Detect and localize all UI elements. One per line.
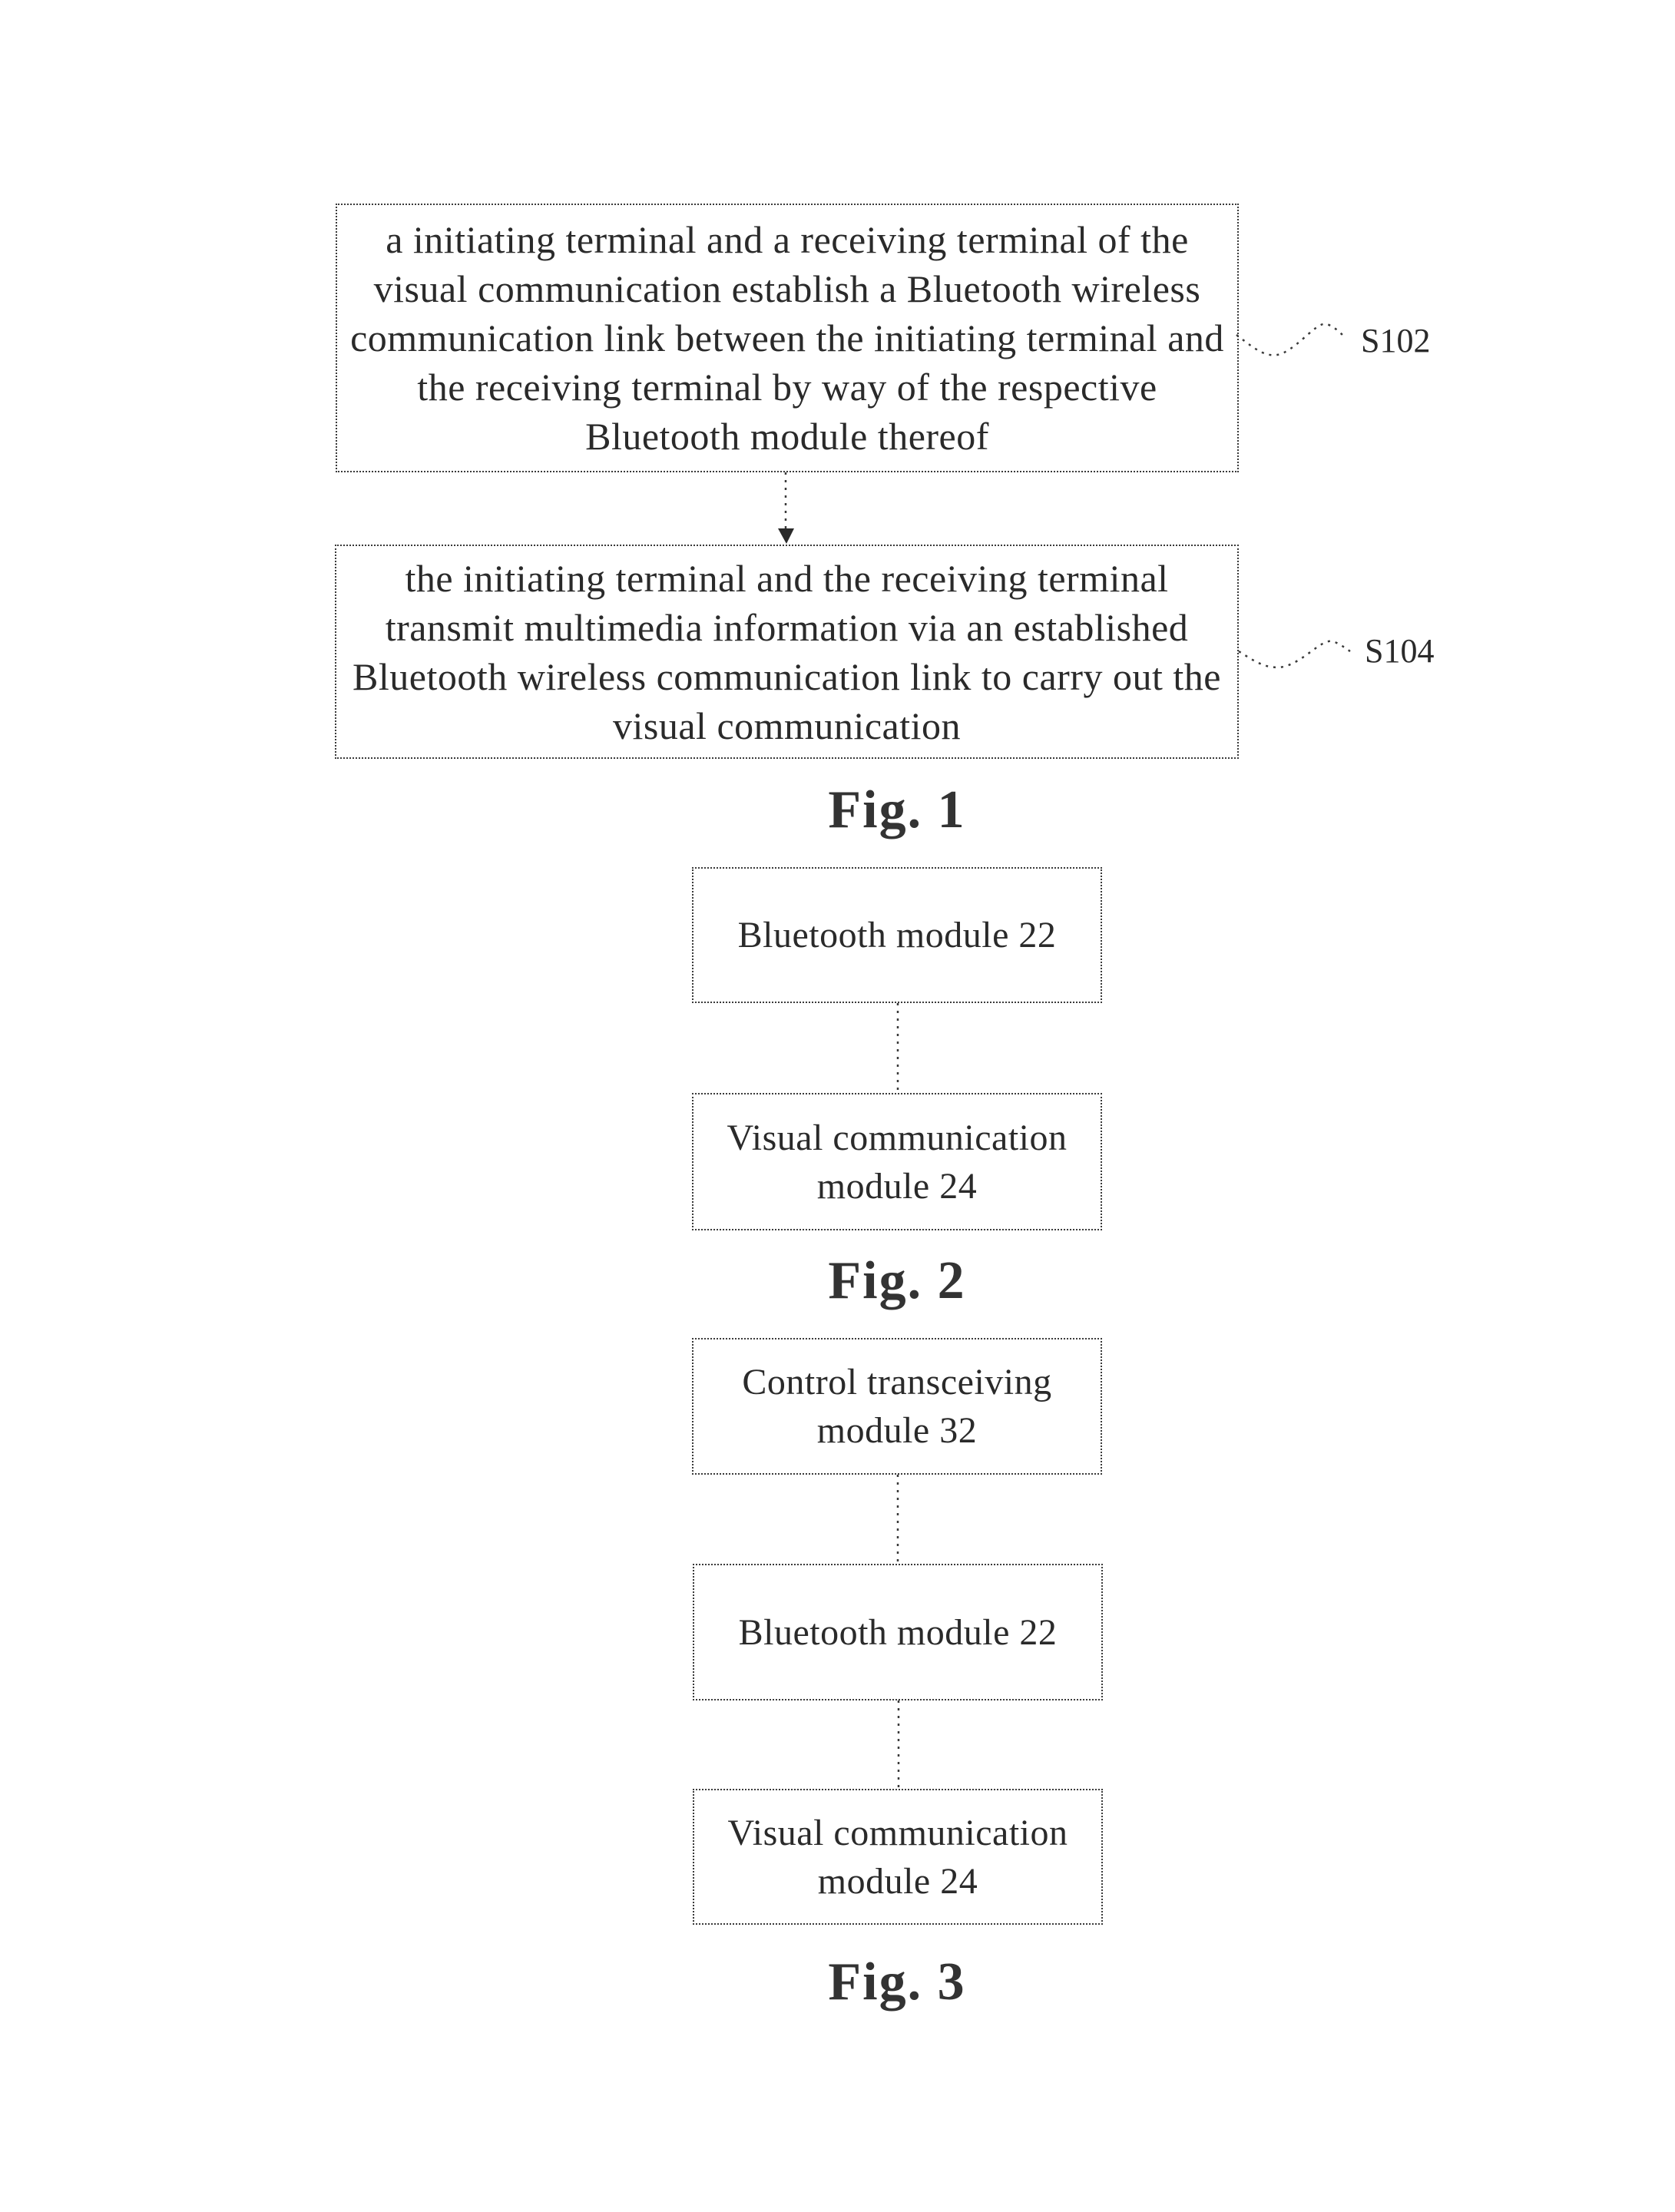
step-s104-text: the initiating terminal and the receivin…: [353, 556, 1221, 747]
fig-2-label: Fig. 2: [828, 1251, 966, 1310]
s102-leader-squiggle: [1236, 323, 1345, 356]
fig-1-label: Fig. 1: [828, 780, 966, 839]
step-s104-box: the initiating terminal and the receivin…: [335, 545, 1239, 759]
step-s102-label: S102: [1361, 322, 1431, 359]
fig3-visual-communication-module-box: Visual communication module 24: [693, 1789, 1103, 1925]
fig3-bluetooth-module-text: Bluetooth module 22: [738, 1611, 1058, 1653]
step-s102-box: a initiating terminal and a receiving te…: [336, 204, 1239, 472]
step-s102-text: a initiating terminal and a receiving te…: [350, 218, 1224, 458]
fig-3-label: Fig. 3: [828, 1952, 966, 2012]
fig3-control-transceiving-module-text: Control transceiving module 32: [742, 1362, 1052, 1451]
fig2-visual-communication-module-text: Visual communication module 24: [727, 1117, 1068, 1207]
fig2-bluetooth-module-text: Bluetooth module 22: [737, 915, 1057, 955]
fig2-bluetooth-module-box: Bluetooth module 22: [692, 867, 1102, 1003]
step-s104-label: S104: [1365, 632, 1435, 670]
s104-leader-squiggle: [1238, 640, 1351, 669]
fig3-bluetooth-module-box: Bluetooth module 22: [693, 1564, 1103, 1700]
fig3-visual-communication-module-text: Visual communication module 24: [727, 1812, 1068, 1902]
fig2-visual-communication-module-box: Visual communication module 24: [692, 1093, 1102, 1230]
fig1-flow-arrowhead-icon: [778, 528, 794, 544]
fig3-control-transceiving-module-box: Control transceiving module 32: [692, 1338, 1102, 1475]
